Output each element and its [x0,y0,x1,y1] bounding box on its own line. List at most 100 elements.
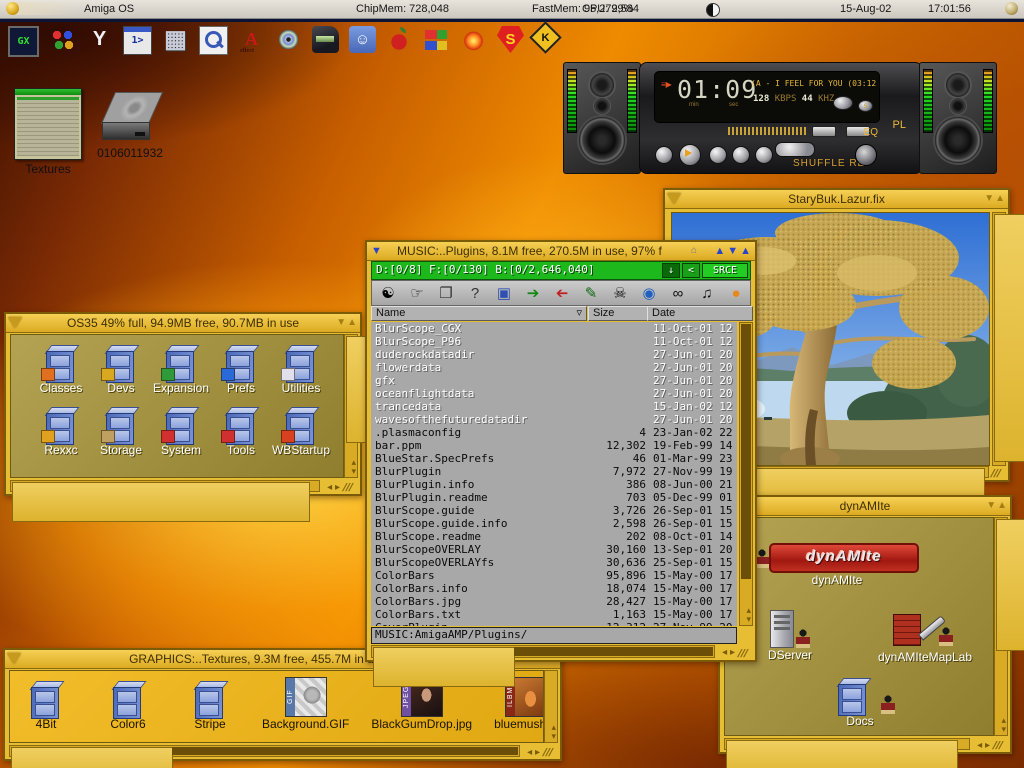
cd-icon[interactable] [275,26,302,53]
play-sound-icon[interactable]: ♫ [696,284,718,303]
sunglasses-icon[interactable]: ∞ [667,284,689,303]
drawer-icon-prefs[interactable]: Prefs [209,343,273,395]
drawer-icon[interactable]: ▣ [493,284,515,303]
starybuk-titlebar[interactable]: StaryBuk.Lazur.fix ▼▲ [665,190,1008,209]
vertical-scrollbar[interactable]: ▴▾ [994,517,1008,736]
horizontal-scrollbar[interactable] [10,480,320,492]
dynamite-titlebar[interactable]: dynAMIte ▼▲ [720,497,1010,516]
file-row[interactable]: BlurScope.guide.info2,59826-Sep-01 15 [371,517,737,530]
file-row[interactable]: trancedata15-Jan-02 12 [371,400,737,413]
file-row[interactable]: ColorBars.info18,07415-May-00 17 [371,582,737,595]
icon-maplab[interactable]: dynAMIteMapLab [865,610,985,664]
point-hand-icon[interactable]: ☞ [406,284,428,303]
close-gadget-icon[interactable]: ▼ [371,242,382,260]
button-s[interactable]: s [858,100,873,112]
play-button[interactable] [679,144,701,166]
file-row[interactable]: BlurScope.guide3,72626-Sep-01 15 [371,504,737,517]
desktop-icon-textures[interactable]: Textures [10,88,86,176]
drawer-icon-stripe[interactable]: Stripe [180,679,240,731]
column-header-date[interactable]: Date [647,306,753,321]
stop-button[interactable] [709,146,727,164]
move-right-icon[interactable]: ➔ [522,284,544,303]
scanner-icon[interactable] [312,26,339,53]
eq-button[interactable]: EQ [864,127,878,138]
drawer-icon-color6[interactable]: Color6 [98,679,158,731]
scroll-arrows-icon[interactable]: ◂ ▸ [327,483,340,492]
file-row[interactable]: BlurScope.readme20208-Oct-01 14 [371,530,737,543]
depth-gadgets-icon[interactable]: ▼▲ [986,497,1008,515]
close-gadget-icon[interactable] [7,653,21,664]
resize-grip[interactable]: /// [991,740,1011,752]
hero-shield-icon[interactable]: S [497,26,524,53]
column-header-size[interactable]: Size [588,306,650,321]
image-file-icon[interactable]: GIFBackground.GIF [262,677,349,731]
file-row[interactable]: BlurScope_CGX11-Oct-01 12 [371,322,737,335]
file-row[interactable]: BlurPlugin.info38608-Jun-00 21 [371,478,737,491]
scroll-arrows-icon[interactable]: ◂ ▸ [527,748,540,757]
file-row[interactable]: CoverPlugin12,31227-Nov-99 20 [371,621,737,626]
drawer-icon-storage[interactable]: Storage [89,405,153,457]
button-a[interactable] [833,96,853,110]
depth-gadgets-icon[interactable]: ▲▼▲ [714,242,753,260]
file-row[interactable]: BlurScopeOVERLAY30,16013-Sep-01 20 [371,543,737,556]
file-row[interactable]: BlurScope_P9611-Oct-01 12 [371,335,737,348]
vertical-scrollbar[interactable]: ▴▾ [544,670,558,743]
copy-icon[interactable]: ❐ [435,284,457,303]
prev-button[interactable] [655,146,673,164]
close-gadget-icon[interactable] [8,317,22,328]
copy-query-icon[interactable]: ? [464,284,486,303]
icon-dynamite[interactable]: dynAMIte dynAMIte [755,543,919,587]
parent-button[interactable]: < [682,263,700,278]
horizontal-scrollbar[interactable] [9,745,520,757]
file-row[interactable]: BlurScopeOVERLAYfs30,63625-Sep-01 15 [371,556,737,569]
resize-grip[interactable]: /// [541,747,561,759]
os35-titlebar[interactable]: OS35 49% full, 94.9MB free, 90.7MB in us… [6,314,360,333]
icon-dserver[interactable]: DServer [755,610,825,662]
horizontal-scrollbar[interactable] [724,738,970,750]
file-row[interactable]: BlurPlugin.readme70305-Dec-99 01 [371,491,737,504]
fireball-icon[interactable] [460,26,487,53]
depth-gadgets-icon[interactable]: ▼▲ [336,314,358,332]
macos-icon[interactable]: ☺ [349,26,376,53]
yin-yang-icon[interactable]: ☯ [377,284,399,303]
filemanager-titlebar[interactable]: ▼ MUSIC:..Plugins, 8.1M free, 270.5M in … [367,242,755,261]
get-sizes-button[interactable]: ↓ [662,263,680,278]
file-row[interactable]: bar.ppm12,30219-Feb-99 14 [371,439,737,452]
desktop-icon-disk[interactable]: 0106011932 [92,92,168,160]
path-field[interactable]: MUSIC:AmigaAMP/Plugins/ [371,627,737,644]
drawer-icon-rexxc[interactable]: Rexxc [29,405,93,457]
vertical-scrollbar[interactable] [992,212,1006,466]
eject-button[interactable] [775,142,815,157]
drawer-icon-wbstartup[interactable]: WBStartup [269,405,333,457]
calculator-icon[interactable]: ▦ [162,26,189,53]
glass-icon[interactable]: Y [86,26,113,53]
search-icon[interactable] [199,26,228,55]
font-effect-icon[interactable]: A [238,26,265,53]
view-eye-icon[interactable]: ◉ [638,284,660,303]
boing-balls-icon[interactable] [49,26,76,53]
screen-depth-orb-icon[interactable] [1005,2,1018,15]
seek-bar[interactable] [728,127,806,135]
drawer-icon-tools[interactable]: Tools [209,405,273,457]
file-row[interactable]: gfx27-Jun-01 20 [371,374,737,387]
close-gadget-icon[interactable] [667,193,681,204]
drawer-icon-4bit[interactable]: 4Bit [16,679,76,731]
file-row[interactable]: ColorBars.jpg28,42715-May-00 17 [371,595,737,608]
drawer-icon-system[interactable]: System [149,405,213,457]
apple-icon[interactable] [386,26,413,53]
edit-pen-icon[interactable]: ✎ [580,284,602,303]
volume-knob[interactable] [855,144,877,166]
pl-button[interactable]: PL [893,119,906,131]
next-button[interactable] [755,146,773,164]
fruit-icon[interactable]: ● [725,284,747,303]
depth-gadgets-icon[interactable]: ▼▲ [984,190,1006,208]
seg-button[interactable] [812,126,836,137]
drawer-icon-devs[interactable]: Devs [89,343,153,395]
delete-skull-icon[interactable]: ☠ [609,284,631,303]
vertical-scrollbar[interactable]: ▴▾ [344,334,358,478]
file-row[interactable]: flowerdata27-Jun-01 20 [371,361,737,374]
file-row[interactable]: BlurPlugin7,97227-Nov-99 19 [371,465,737,478]
file-row[interactable]: duderockdatadir27-Jun-01 20 [371,348,737,361]
shell-icon[interactable]: 1> [123,26,152,55]
menubar[interactable]: Amiga OS ChipMem: 728,048 FastMem: 95,27… [0,0,1024,19]
